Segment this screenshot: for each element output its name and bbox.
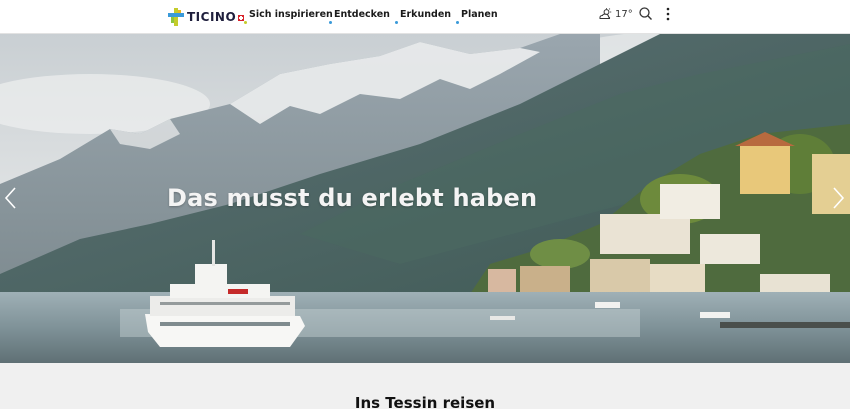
site-header: TICINO Sich inspirieren Entdecken Erkund… (0, 0, 850, 34)
chevron-left-icon (4, 187, 16, 209)
hero-title: Das musst du erlebt haben (167, 184, 538, 212)
logo-mark-icon (168, 8, 184, 26)
weather-temperature: 17° (615, 8, 633, 20)
weather-widget[interactable]: 17° (599, 7, 633, 21)
nav-item-entdecken[interactable]: Entdecken (334, 9, 390, 20)
ticino-logo[interactable]: TICINO (168, 7, 245, 27)
nav-item-erkunden[interactable]: Erkunden (400, 9, 451, 20)
nav-dot (456, 21, 459, 24)
weather-cloud-sun-icon (599, 5, 612, 24)
nav-item-inspirieren[interactable]: Sich inspirieren (249, 9, 333, 20)
search-icon (639, 7, 652, 20)
search-button[interactable] (638, 6, 654, 22)
chevron-right-icon (833, 187, 845, 209)
carousel-next-button[interactable] (830, 186, 846, 210)
swiss-flag-icon (238, 15, 245, 21)
logo-text: TICINO (187, 10, 237, 24)
nav-item-planen[interactable]: Planen (461, 9, 498, 20)
more-vertical-icon (666, 7, 670, 21)
nav-dot (329, 21, 332, 24)
carousel-prev-button[interactable] (3, 186, 19, 210)
section-title: Ins Tessin reisen (354, 394, 496, 409)
hero-carousel: Das musst du erlebt haben (0, 34, 850, 363)
nav-dot (244, 21, 247, 24)
nav-dot (395, 21, 398, 24)
more-menu-button[interactable] (663, 6, 673, 22)
